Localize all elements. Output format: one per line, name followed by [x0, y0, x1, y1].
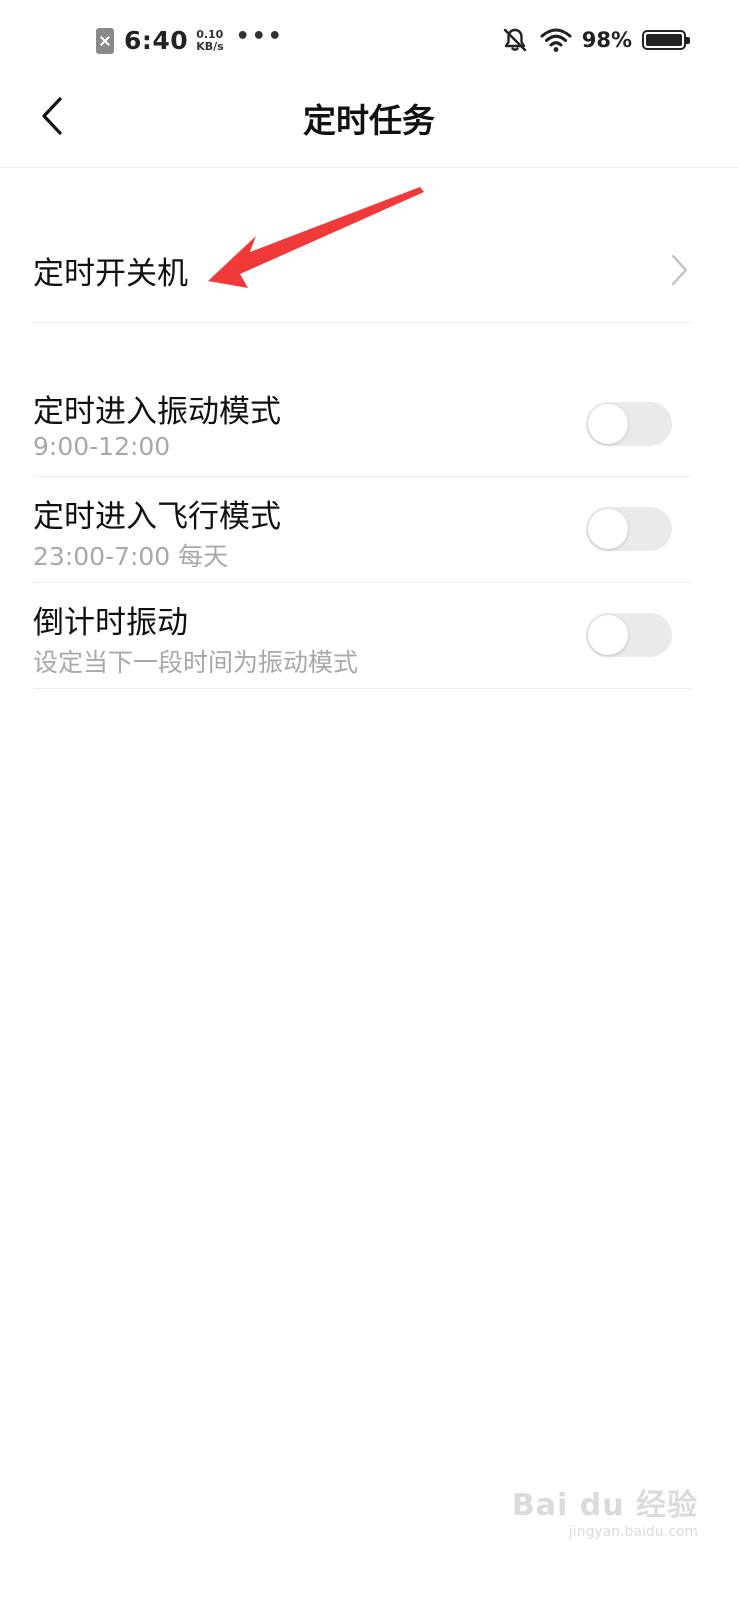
- toggle-knob: [588, 404, 628, 444]
- list-item-countdown-vibrate[interactable]: 倒计时振动 设定当下一段时间为振动模式: [33, 583, 692, 689]
- item-title: 定时进入飞行模式: [33, 499, 281, 535]
- watermark-logo: Bai du 经验: [511, 1488, 698, 1523]
- chevron-right-icon: [671, 254, 688, 286]
- app-header: 定时任务: [0, 80, 738, 168]
- item-title: 倒计时振动: [33, 605, 188, 641]
- page-title: 定时任务: [303, 101, 435, 140]
- wifi-icon: [540, 28, 572, 52]
- status-time: 6:40: [124, 26, 189, 55]
- countdown-vibrate-toggle[interactable]: [586, 613, 672, 657]
- network-speed: 0.10 KB/s: [196, 27, 224, 53]
- more-notifications-icon: •••: [235, 24, 284, 49]
- toggle-knob: [588, 509, 628, 549]
- vibrate-schedule-toggle[interactable]: [586, 402, 672, 446]
- network-speed-unit: KB/s: [196, 39, 224, 53]
- item-subtitle: 23:00-7:00 每天: [33, 542, 229, 571]
- battery-icon: [642, 30, 690, 50]
- screen: 6:40 0.10 KB/s ••• 98% 定时任务 定时开关机 定时进入振动…: [0, 0, 738, 1600]
- item-title: 定时开关机: [33, 256, 188, 292]
- status-right: 98%: [502, 27, 690, 53]
- airplane-schedule-toggle[interactable]: [586, 507, 672, 551]
- bell-off-icon: [503, 28, 526, 52]
- toggle-knob: [588, 615, 628, 655]
- list-item-vibrate-schedule[interactable]: 定时进入振动模式 9:00-12:00: [33, 372, 692, 477]
- battery-percent: 98%: [581, 28, 632, 52]
- watermark-url: jingyan.baidu.com: [568, 1524, 698, 1540]
- list-item-scheduled-power[interactable]: 定时开关机: [33, 168, 692, 323]
- list-item-airplane-schedule[interactable]: 定时进入飞行模式 23:00-7:00 每天: [33, 477, 692, 583]
- sim-error-icon: [96, 27, 114, 54]
- network-speed-value: 0.10: [196, 27, 224, 41]
- watermark: Bai du 经验 jingyan.baidu.com: [512, 1480, 698, 1540]
- item-subtitle: 9:00-12:00: [33, 432, 171, 461]
- status-bar: 6:40 0.10 KB/s ••• 98%: [0, 0, 738, 80]
- item-title: 定时进入振动模式: [33, 394, 281, 430]
- status-left: 6:40 0.10 KB/s •••: [96, 24, 284, 55]
- item-subtitle: 设定当下一段时间为振动模式: [33, 648, 359, 677]
